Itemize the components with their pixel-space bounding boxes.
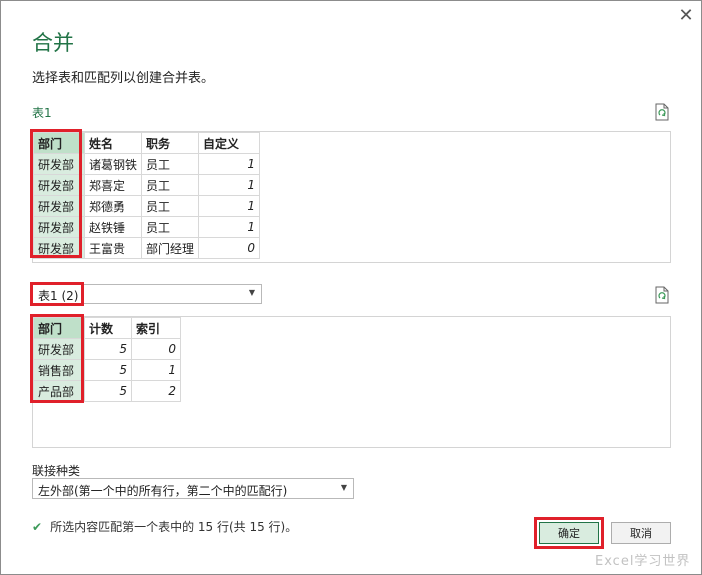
table-cell: 研发部 [33, 338, 85, 360]
join-kind-value: 左外部(第一个中的所有行，第二个中的匹配行) [38, 484, 288, 498]
table1-header-custom[interactable]: 自定义 [198, 132, 261, 154]
match-status-text: 所选内容匹配第一个表中的 15 行(共 15 行)。 [50, 520, 298, 534]
table-cell: 赵铁锤 [83, 216, 143, 238]
table-cell: 员工 [141, 195, 200, 217]
table-cell: 1 [198, 195, 261, 217]
table-cell: 员工 [141, 216, 200, 238]
chevron-down-icon: ▼ [340, 483, 347, 492]
table-cell: 1 [198, 153, 261, 175]
table-cell: 部门经理 [141, 237, 200, 259]
table-cell: 2 [131, 380, 181, 402]
table-cell: 研发部 [33, 237, 85, 259]
table-cell: 1 [131, 359, 181, 381]
refresh-icon[interactable] [654, 286, 670, 304]
table2-preview-panel: 部门 计数 索引 研发部 5 0 销售部 5 1 产品部 5 2 [32, 316, 671, 448]
dialog-subtitle: 选择表和匹配列以创建合并表。 [32, 71, 215, 86]
table-cell: 5 [84, 380, 132, 402]
ok-button[interactable]: 确定 [539, 522, 599, 544]
table1-header-dept[interactable]: 部门 [33, 132, 85, 154]
table2-header-index[interactable]: 索引 [131, 317, 181, 339]
table-row: 产品部 5 2 [33, 380, 181, 402]
close-icon[interactable]: ✕ [676, 6, 696, 26]
table-cell: 1 [198, 216, 261, 238]
table2-header-count[interactable]: 计数 [84, 317, 132, 339]
table-row: 研发部 王富贵 部门经理 0 [33, 237, 261, 259]
table2-select[interactable]: 表1 (2) ▼ [32, 284, 262, 304]
table-cell: 研发部 [33, 195, 85, 217]
table-cell: 王富贵 [83, 237, 143, 259]
table1-grid: 部门 姓名 职务 自定义 研发部 诸葛钢铁 员工 1 研发部 郑喜定 员工 1 [33, 132, 261, 259]
table-cell: 郑德勇 [83, 195, 143, 217]
table-cell: 5 [84, 359, 132, 381]
table1-header-title[interactable]: 职务 [141, 132, 200, 154]
table2-grid: 部门 计数 索引 研发部 5 0 销售部 5 1 产品部 5 2 [33, 317, 181, 402]
table-cell: 1 [198, 174, 261, 196]
watermark: Excel学习世界 [595, 554, 691, 569]
table-cell: 员工 [141, 174, 200, 196]
table1-header-name[interactable]: 姓名 [83, 132, 143, 154]
chevron-down-icon: ▼ [248, 288, 255, 297]
table-cell: 郑喜定 [83, 174, 143, 196]
table-cell: 研发部 [33, 174, 85, 196]
table1-label: 表1 [32, 106, 52, 120]
table-cell: 0 [131, 338, 181, 360]
cancel-button[interactable]: 取消 [611, 522, 671, 544]
table-row: 研发部 诸葛钢铁 员工 1 [33, 153, 261, 175]
table-row: 研发部 5 0 [33, 338, 181, 360]
table-cell: 产品部 [33, 380, 85, 402]
table-cell: 员工 [141, 153, 200, 175]
table-row: 销售部 5 1 [33, 359, 181, 381]
refresh-icon[interactable] [654, 103, 670, 121]
table-cell: 5 [84, 338, 132, 360]
table1-preview-panel: 部门 姓名 职务 自定义 研发部 诸葛钢铁 员工 1 研发部 郑喜定 员工 1 [32, 131, 671, 263]
table-cell: 0 [198, 237, 261, 259]
table-row: 研发部 赵铁锤 员工 1 [33, 216, 261, 238]
join-kind-select[interactable]: 左外部(第一个中的所有行，第二个中的匹配行) ▼ [32, 478, 354, 499]
merge-dialog: ✕ 合并 选择表和匹配列以创建合并表。 表1 部门 姓名 职务 自定义 研发部 … [0, 0, 702, 575]
dialog-title: 合并 [32, 31, 74, 55]
table-cell: 研发部 [33, 153, 85, 175]
table2-header-dept[interactable]: 部门 [33, 317, 85, 339]
table2-select-value: 表1 (2) [38, 289, 79, 303]
table-cell: 销售部 [33, 359, 85, 381]
table-cell: 诸葛钢铁 [83, 153, 143, 175]
check-icon: ✔ [32, 520, 43, 534]
table-cell: 研发部 [33, 216, 85, 238]
match-status: ✔ 所选内容匹配第一个表中的 15 行(共 15 行)。 [32, 518, 297, 535]
table-row: 研发部 郑德勇 员工 1 [33, 195, 261, 217]
table-row: 研发部 郑喜定 员工 1 [33, 174, 261, 196]
join-kind-label: 联接种类 [32, 464, 81, 478]
